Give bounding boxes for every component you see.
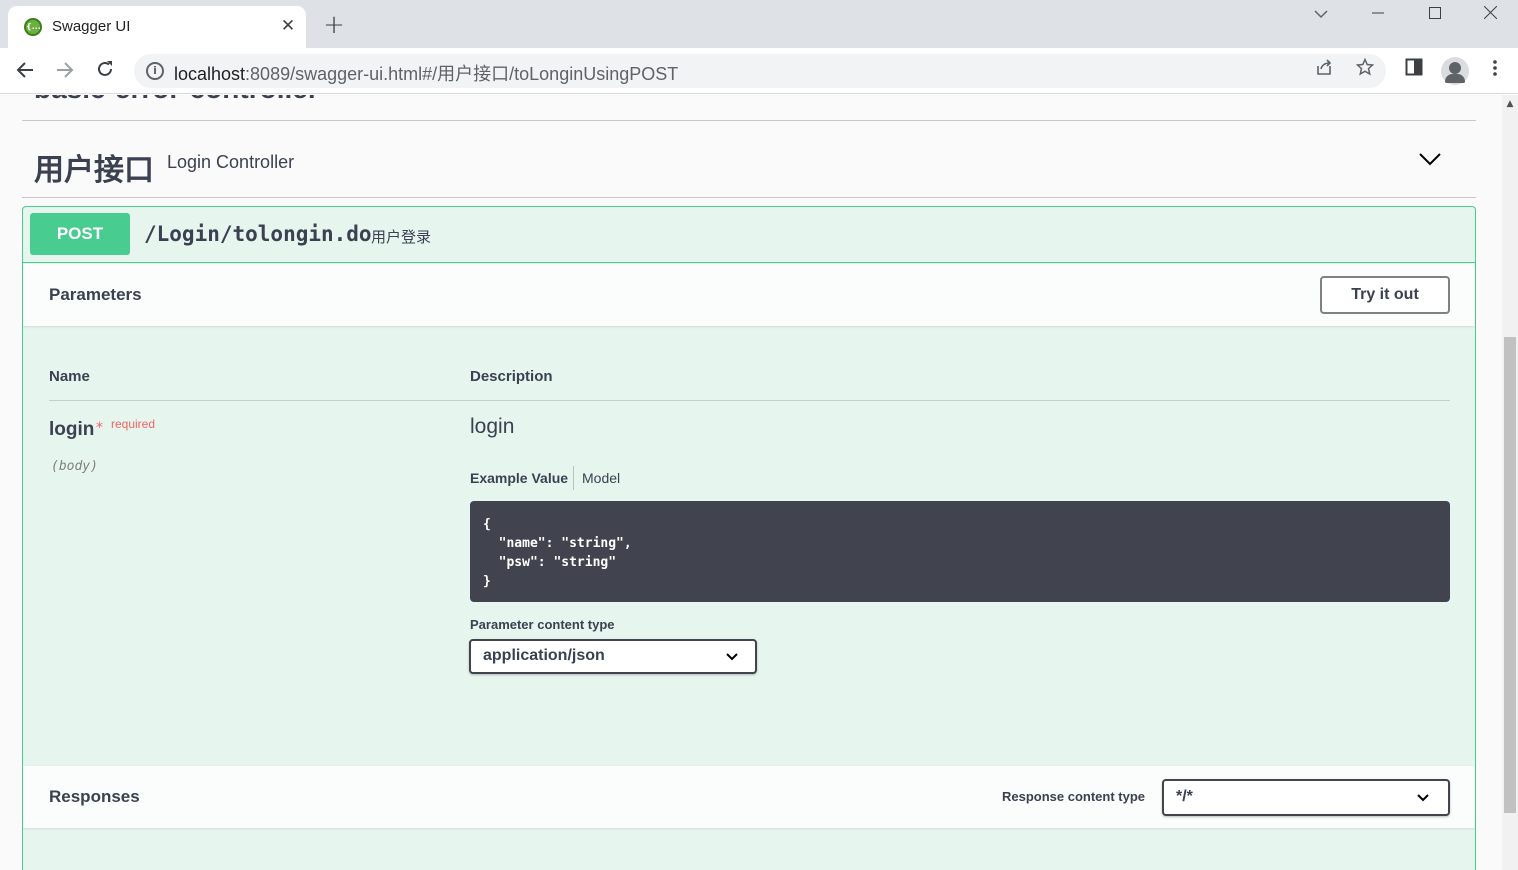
- required-label: required: [111, 417, 156, 431]
- side-panel-icon[interactable]: [1399, 56, 1429, 86]
- operation-summary-text: 用户登录: [371, 228, 432, 246]
- column-name-header: Name: [49, 368, 90, 385]
- page-scrollbar[interactable]: ▲: [1502, 95, 1518, 870]
- response-content-type-select[interactable]: */*: [1162, 779, 1450, 816]
- param-content-type-label: Parameter content type: [470, 617, 615, 632]
- star-icon[interactable]: [1352, 57, 1378, 84]
- chevron-down-icon[interactable]: [1418, 147, 1442, 171]
- address-bar[interactable]: i localhost:8089/swagger-ui.html#/用户接口/t…: [134, 54, 1386, 88]
- window-close-icon[interactable]: [1462, 0, 1518, 30]
- scroll-thumb[interactable]: [1504, 337, 1516, 813]
- new-tab-icon[interactable]: +: [320, 11, 348, 39]
- swagger-page: basic-error-controller 用户接口 Login Contro…: [0, 95, 1502, 870]
- browser-tab-bar: {...} Swagger UI ✕ +: [0, 0, 1518, 48]
- parameters-header: Parameters Try it out: [23, 264, 1475, 326]
- param-name: login: [49, 419, 95, 440]
- param-location: (body): [51, 459, 98, 474]
- tab-title: Swagger UI: [52, 18, 131, 35]
- menu-icon[interactable]: [1480, 56, 1510, 86]
- responses-title: Responses: [49, 787, 140, 806]
- tab-divider: [573, 466, 574, 490]
- url-text[interactable]: localhost:8089/swagger-ui.html#/用户接口/toL…: [174, 60, 678, 86]
- back-icon[interactable]: [10, 56, 40, 86]
- swagger-favicon-icon: {...}: [24, 18, 47, 36]
- parameters-title: Parameters: [49, 285, 142, 304]
- forward-icon[interactable]: [50, 56, 80, 86]
- tab-search-icon[interactable]: [1293, 0, 1349, 30]
- required-star: *: [96, 420, 103, 436]
- maximize-icon[interactable]: [1407, 0, 1463, 30]
- example-value-tab[interactable]: Example Value: [470, 470, 568, 486]
- operation-block-post: POST /Login/tolongin.do 用户登录 Parameters …: [22, 206, 1476, 870]
- scroll-up-icon[interactable]: ▲: [1502, 97, 1518, 111]
- tag-header[interactable]: 用户接口 Login Controller: [22, 121, 1476, 198]
- browser-toolbar: i localhost:8089/swagger-ui.html#/用户接口/t…: [0, 48, 1518, 94]
- operation-path: /Login/tolongin.do: [144, 222, 372, 246]
- reload-icon[interactable]: [90, 56, 120, 86]
- profile-icon[interactable]: [1441, 57, 1469, 85]
- minimize-icon[interactable]: [1350, 0, 1406, 30]
- model-tab[interactable]: Model: [582, 470, 620, 486]
- responses-header: Responses Response content type */*: [23, 766, 1475, 828]
- tag-name: 用户接口: [34, 153, 154, 188]
- response-content-type-label: Response content type: [1002, 789, 1146, 804]
- tab-close-icon[interactable]: ✕: [278, 16, 298, 36]
- param-description: login: [470, 415, 515, 438]
- info-icon[interactable]: i: [146, 62, 164, 80]
- header-divider: [49, 400, 1450, 401]
- operation-summary[interactable]: POST /Login/tolongin.do 用户登录: [23, 207, 1475, 263]
- chevron-down-icon: [1416, 791, 1430, 805]
- column-description-header: Description: [470, 368, 553, 385]
- previous-tag-name[interactable]: basic-error-controller: [34, 95, 319, 105]
- chevron-down-icon: [725, 650, 739, 664]
- browser-tab[interactable]: {...} Swagger UI ✕: [8, 6, 306, 48]
- select-value: */*: [1176, 788, 1193, 805]
- tag-description: Login Controller: [167, 152, 295, 172]
- example-code-block[interactable]: { "name": "string", "psw": "string" }: [470, 501, 1450, 602]
- try-it-out-button[interactable]: Try it out: [1320, 276, 1450, 314]
- method-badge: POST: [30, 213, 130, 255]
- param-content-type-select[interactable]: application/json: [469, 639, 757, 674]
- select-value: application/json: [483, 647, 605, 664]
- share-icon[interactable]: [1311, 58, 1337, 84]
